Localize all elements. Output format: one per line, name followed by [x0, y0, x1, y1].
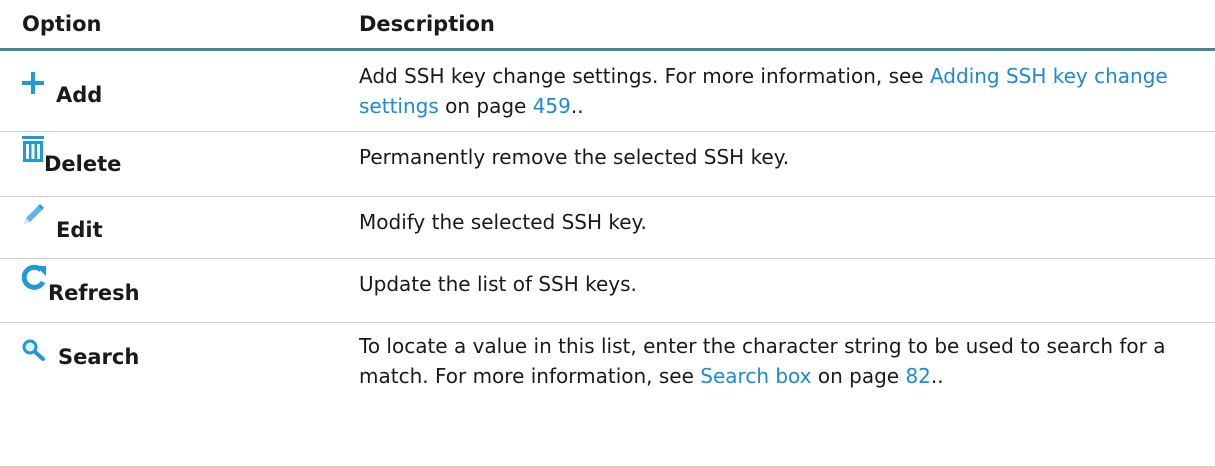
table-row: Refresh Update the list of SSH keys.: [0, 259, 1215, 323]
description-column-header: Description: [359, 12, 495, 36]
trash-icon: [22, 136, 44, 162]
option-label: Delete: [44, 152, 122, 176]
description-cell: Permanently remove the selected SSH key.: [357, 132, 1207, 196]
pencil-icon: [22, 204, 44, 226]
option-label: Search: [58, 345, 140, 369]
option-cell: Edit: [0, 197, 357, 258]
description-cell: To locate a value in this list, enter th…: [357, 323, 1207, 466]
description-text: ..: [930, 364, 944, 388]
table-header: Option Description: [0, 0, 1215, 51]
description-cell: Modify the selected SSH key.: [357, 197, 1207, 258]
options-table: Option Description Add Add SSH key chang…: [0, 0, 1215, 467]
search-box-link[interactable]: Search box: [700, 364, 811, 388]
description-text: Permanently remove the selected SSH key.: [359, 145, 790, 169]
option-label: Add: [56, 83, 103, 107]
page-link[interactable]: 459: [533, 94, 571, 118]
description-text: on page: [438, 94, 533, 118]
table-row: Add Add SSH key change settings. For mor…: [0, 51, 1215, 132]
option-cell: Search: [0, 323, 357, 466]
option-column-header: Option: [22, 12, 102, 36]
option-label: Edit: [56, 218, 103, 242]
table-row: Delete Permanently remove the selected S…: [0, 132, 1215, 197]
table-row: Search To locate a value in this list, e…: [0, 323, 1215, 467]
description-text: Add SSH key change settings. For more in…: [359, 64, 930, 88]
option-cell: Delete: [0, 132, 357, 196]
table-row: Edit Modify the selected SSH key.: [0, 197, 1215, 259]
description-text: Modify the selected SSH key.: [359, 210, 647, 234]
plus-icon: [22, 72, 44, 94]
magnifier-icon: [22, 339, 46, 361]
page-link[interactable]: 82: [905, 364, 930, 388]
description-text: ..: [570, 94, 584, 118]
description-text: Update the list of SSH keys.: [359, 272, 637, 296]
refresh-icon: [22, 264, 46, 290]
option-cell: Refresh: [0, 259, 357, 322]
description-cell: Update the list of SSH keys.: [357, 259, 1207, 322]
description-text: on page: [811, 364, 906, 388]
description-cell: Add SSH key change settings. For more in…: [357, 51, 1207, 131]
option-label: Refresh: [48, 281, 140, 305]
option-cell: Add: [0, 51, 357, 131]
